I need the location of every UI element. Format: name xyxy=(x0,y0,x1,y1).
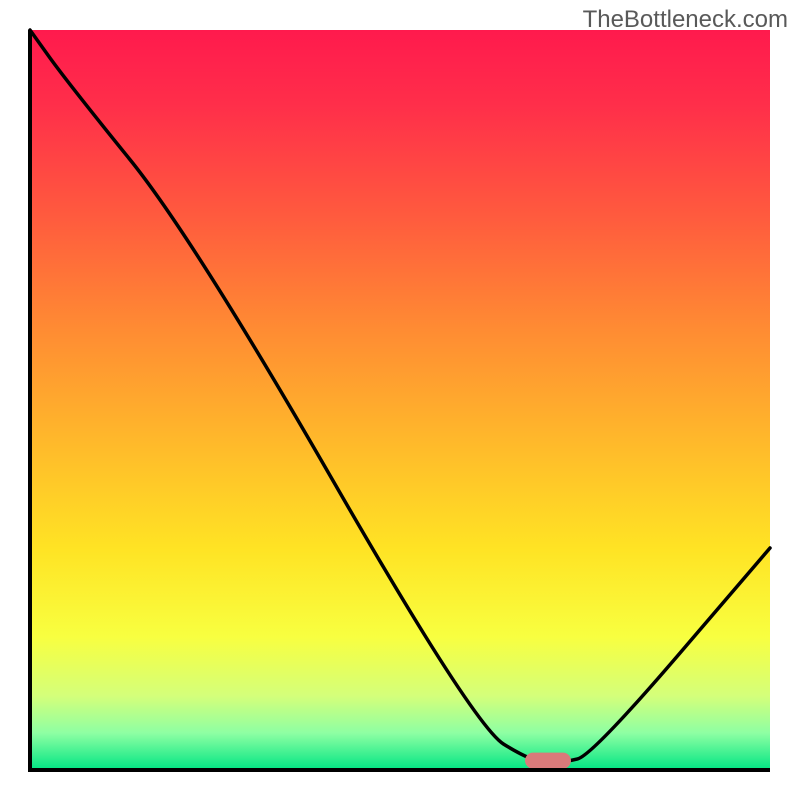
bottleneck-chart: TheBottleneck.com xyxy=(0,0,800,800)
watermark-text: TheBottleneck.com xyxy=(583,6,788,34)
chart-svg xyxy=(0,0,800,800)
plot-background xyxy=(30,30,770,770)
optimal-marker xyxy=(525,753,571,769)
